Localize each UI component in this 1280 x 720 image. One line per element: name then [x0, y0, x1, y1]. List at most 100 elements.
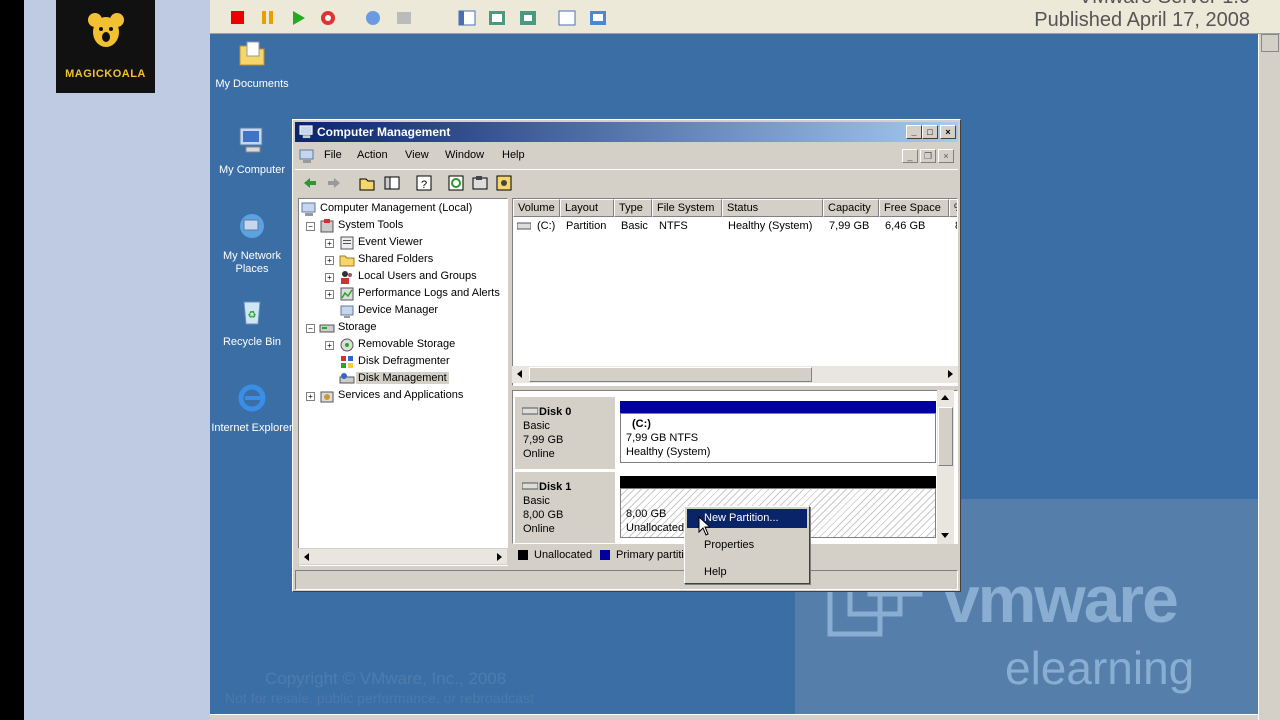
- column-header-type[interactable]: Type: [614, 199, 652, 217]
- properties-icon[interactable]: [471, 174, 489, 192]
- mdi-minimize-button[interactable]: _: [902, 149, 918, 163]
- cell-free-space: 6,46 GB: [885, 220, 926, 232]
- menu-window[interactable]: Window: [445, 149, 484, 161]
- services-icon: [320, 391, 334, 403]
- mdi-child-icon[interactable]: [299, 148, 315, 164]
- desktop-icon-label: Recycle Bin: [222, 336, 282, 348]
- collapse-icon[interactable]: −: [306, 324, 315, 333]
- close-button[interactable]: ×: [940, 125, 956, 139]
- expand-icon[interactable]: +: [325, 290, 334, 299]
- desktop-icon-my-computer[interactable]: My Computer: [210, 124, 294, 177]
- expand-icon[interactable]: +: [306, 392, 315, 401]
- up-folder-icon[interactable]: [358, 174, 376, 192]
- tree-label: Removable Storage: [358, 338, 456, 350]
- expand-icon[interactable]: +: [325, 256, 334, 265]
- fullscreen-icon[interactable]: [518, 8, 538, 28]
- tree-horizontal-scrollbar[interactable]: [298, 548, 508, 565]
- status-bar: [295, 570, 958, 590]
- drive-icon: [517, 222, 531, 230]
- window-titlebar[interactable]: Computer Management _ □ ×: [295, 122, 958, 142]
- tree-label: Event Viewer: [358, 236, 423, 248]
- reset-icon[interactable]: [318, 8, 338, 28]
- menu-help[interactable]: Help: [502, 149, 525, 161]
- column-header-file-system[interactable]: File System: [652, 199, 722, 217]
- scroll-right-icon[interactable]: [494, 552, 504, 562]
- console-icon[interactable]: [588, 8, 608, 28]
- computer-icon: [239, 127, 263, 153]
- column-header-free-space[interactable]: Free Space: [879, 199, 949, 217]
- tree-label: Storage: [338, 321, 377, 333]
- expand-icon[interactable]: +: [325, 239, 334, 248]
- menu-item-help[interactable]: Help: [687, 563, 807, 582]
- menu-view[interactable]: View: [405, 149, 429, 161]
- column-header-capacity[interactable]: Capacity: [823, 199, 879, 217]
- volume-list: Volume Layout Type File System Status Ca…: [512, 198, 958, 386]
- scroll-left-icon[interactable]: [515, 369, 525, 379]
- column-header-volume[interactable]: Volume: [513, 199, 560, 217]
- menu-item-properties[interactable]: Properties: [687, 536, 807, 555]
- column-header-percent[interactable]: %: [949, 199, 957, 217]
- menu-file[interactable]: File: [324, 149, 342, 161]
- console-tree: Computer Management (Local) − System Too…: [298, 198, 508, 566]
- disk-0-label[interactable]: Disk 0 Basic 7,99 GB Online: [515, 397, 615, 469]
- column-header-status[interactable]: Status: [722, 199, 823, 217]
- disk-1-label[interactable]: Disk 1 Basic 8,00 GB Online: [515, 472, 615, 543]
- desktop-icon-my-documents[interactable]: My Documents: [210, 38, 294, 91]
- refresh-icon[interactable]: [447, 174, 465, 192]
- forward-arrow-icon[interactable]: [325, 174, 343, 192]
- list-horizontal-scrollbar[interactable]: [512, 366, 958, 383]
- folder-documents-icon: [239, 41, 265, 66]
- revert-icon[interactable]: [394, 8, 414, 28]
- mdi-close-button[interactable]: ×: [938, 149, 954, 163]
- sidebar-icon[interactable]: [457, 8, 477, 28]
- tree-label: System Tools: [338, 219, 404, 231]
- notice-text: Not for resale, public performance, or r…: [225, 690, 534, 706]
- scroll-down-icon[interactable]: [940, 530, 950, 540]
- column-header-layout[interactable]: Layout: [560, 199, 614, 217]
- primary-partition-bar: [620, 401, 936, 413]
- desktop-icon-recycle-bin[interactable]: ♻ Recycle Bin: [210, 296, 294, 349]
- users-icon: [341, 271, 352, 284]
- pause-icon[interactable]: [258, 8, 278, 28]
- tree-label: Local Users and Groups: [358, 270, 477, 282]
- disk-management-icon: [339, 373, 355, 384]
- help-icon[interactable]: ?: [415, 174, 433, 192]
- summary-icon[interactable]: [557, 8, 577, 28]
- snapshot-icon[interactable]: [363, 8, 383, 28]
- stop-icon[interactable]: [228, 8, 248, 28]
- disk-type: Basic: [523, 495, 550, 507]
- scroll-up-icon[interactable]: [1261, 34, 1279, 52]
- menu-action[interactable]: Action: [357, 149, 388, 161]
- show-tree-icon[interactable]: [383, 174, 401, 192]
- desktop-icon-network[interactable]: My Network Places: [210, 210, 294, 276]
- quick-switch-icon[interactable]: [487, 8, 507, 28]
- scroll-right-icon[interactable]: [945, 369, 955, 379]
- vm-vertical-scrollbar[interactable]: [1258, 34, 1280, 720]
- vm-horizontal-scrollbar[interactable]: [210, 714, 1258, 720]
- scroll-up-icon[interactable]: [940, 393, 950, 403]
- scroll-thumb[interactable]: [938, 407, 953, 466]
- watermark-elearning: elearning: [1005, 642, 1195, 694]
- volume-c[interactable]: (C:) 7,99 GB NTFS Healthy (System): [620, 413, 936, 463]
- cell-volume: (C:): [537, 220, 556, 232]
- disk-vertical-scrollbar[interactable]: [937, 390, 954, 544]
- disk-settings-icon[interactable]: [495, 174, 513, 192]
- defragmenter-icon: [341, 356, 353, 368]
- tree-label: Shared Folders: [358, 253, 434, 265]
- minimize-button[interactable]: _: [906, 125, 922, 139]
- maximize-button[interactable]: □: [922, 125, 938, 139]
- expand-icon[interactable]: +: [325, 273, 334, 282]
- menu-bar: File Action View Window Help _ ❐ ×: [295, 145, 958, 167]
- scroll-thumb[interactable]: [529, 367, 812, 382]
- svg-text:?: ?: [421, 179, 427, 191]
- collapse-icon[interactable]: −: [306, 222, 315, 231]
- expand-icon[interactable]: +: [325, 341, 334, 350]
- scroll-left-icon[interactable]: [302, 552, 312, 562]
- volume-name: (C:): [632, 418, 651, 430]
- back-arrow-icon[interactable]: [301, 174, 319, 192]
- desktop-icon-internet-explorer[interactable]: Internet Explorer: [210, 382, 294, 435]
- vm-toolbar: VMware Server 1.0 Published April 17, 20…: [210, 0, 1280, 34]
- disk-type: Basic: [523, 420, 550, 432]
- mdi-restore-button[interactable]: ❐: [920, 149, 936, 163]
- play-icon[interactable]: [288, 8, 308, 28]
